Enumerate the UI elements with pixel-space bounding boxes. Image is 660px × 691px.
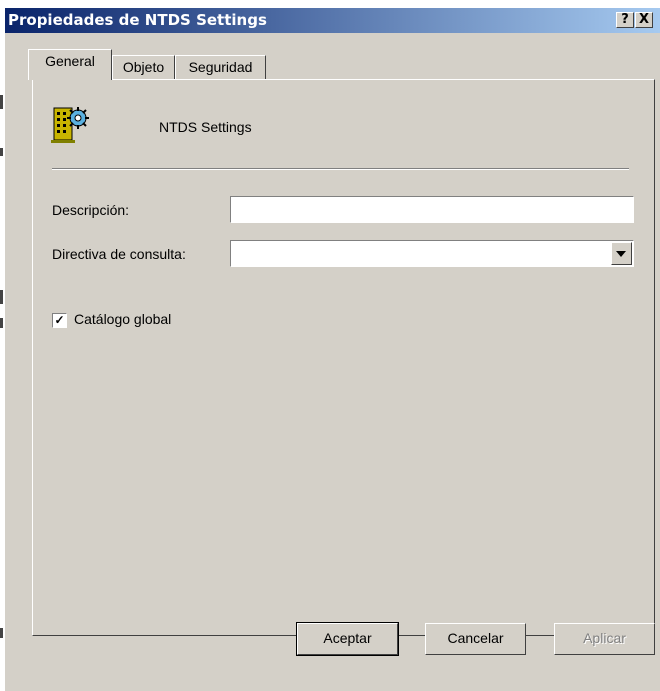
tab-panel-general	[32, 79, 655, 636]
dropdown-button[interactable]	[611, 242, 632, 265]
background-mark	[0, 148, 3, 156]
query-policy-label: Directiva de consulta:	[52, 246, 186, 262]
tab-seguridad[interactable]: Seguridad	[175, 55, 266, 79]
close-button[interactable]: X	[635, 12, 653, 28]
background-mark	[0, 318, 3, 328]
tab-objeto-label: Objeto	[122, 59, 165, 75]
ok-button-label: Aceptar	[323, 630, 372, 646]
divider	[52, 168, 629, 170]
server-gear-icon	[51, 107, 89, 143]
window-title: Propiedades de NTDS Settings	[8, 11, 267, 29]
description-input[interactable]	[230, 196, 634, 223]
title-bar[interactable]: Propiedades de NTDS Settings ? X	[5, 8, 660, 33]
help-icon: ?	[621, 12, 629, 27]
global-catalog-checkbox[interactable]: ✓	[52, 313, 67, 328]
tab-seguridad-label: Seguridad	[188, 59, 253, 75]
tab-general-label: General	[45, 53, 95, 69]
background-mark	[0, 95, 3, 109]
properties-dialog: Propiedades de NTDS Settings ? X General…	[5, 8, 660, 691]
object-name: NTDS Settings	[159, 119, 252, 135]
apply-button-label: Aplicar	[583, 630, 626, 646]
background-mark	[0, 628, 3, 638]
close-icon: X	[638, 12, 650, 27]
ok-button[interactable]: Aceptar	[296, 622, 399, 656]
apply-button[interactable]: Aplicar	[554, 623, 655, 655]
help-button[interactable]: ?	[616, 12, 634, 28]
checkmark-icon: ✓	[54, 313, 65, 327]
global-catalog-label[interactable]: Catálogo global	[74, 311, 171, 327]
tab-general[interactable]: General	[28, 49, 112, 80]
cancel-button[interactable]: Cancelar	[425, 623, 526, 655]
cancel-button-label: Cancelar	[447, 630, 504, 646]
background-mark	[0, 290, 3, 304]
query-policy-select[interactable]	[230, 240, 634, 267]
chevron-down-icon	[616, 251, 626, 257]
description-label: Descripción:	[52, 202, 130, 218]
tab-objeto[interactable]: Objeto	[112, 55, 175, 79]
